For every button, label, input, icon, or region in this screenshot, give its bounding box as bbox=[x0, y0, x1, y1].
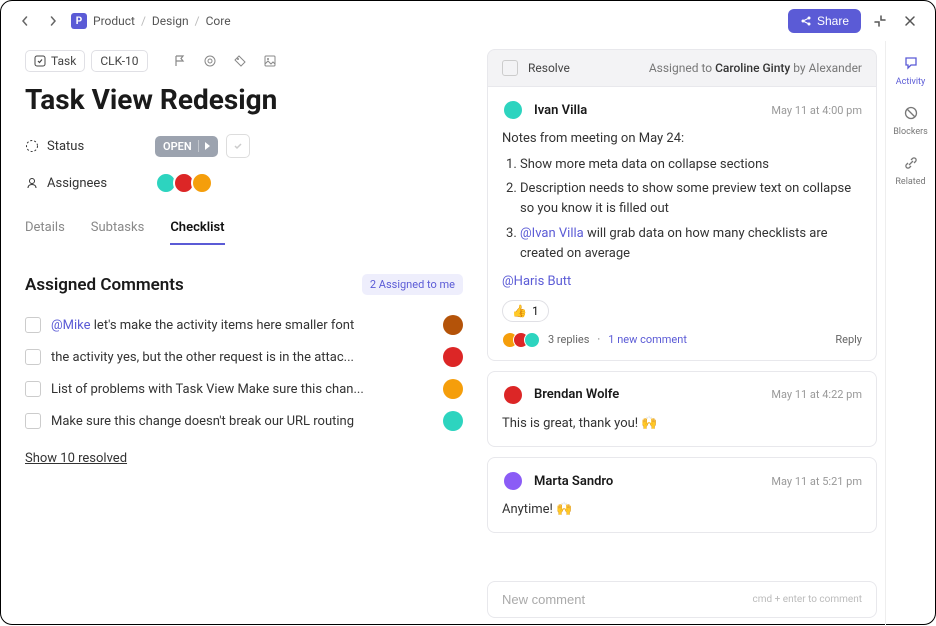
link-icon bbox=[903, 155, 919, 174]
resolve-label: Resolve bbox=[528, 61, 570, 75]
tag-icon[interactable] bbox=[228, 49, 252, 73]
tab-subtasks[interactable]: Subtasks bbox=[91, 212, 145, 245]
comment-body: Notes from meeting on May 24: Show more … bbox=[502, 129, 862, 292]
reply-body: This is great, thank you! 🙌 bbox=[502, 414, 862, 434]
comment-author-avatar bbox=[443, 347, 463, 367]
comment-author-name: Ivan Villa bbox=[534, 103, 587, 118]
comment-checkbox[interactable] bbox=[25, 381, 41, 397]
target-icon[interactable] bbox=[198, 49, 222, 73]
status-label: Status bbox=[25, 139, 155, 154]
reply-count: 3 replies bbox=[548, 333, 589, 346]
nav-forward-button[interactable] bbox=[43, 11, 63, 31]
blocked-icon bbox=[903, 105, 919, 124]
rail-tab-activity[interactable]: Activity bbox=[886, 51, 935, 91]
comment-checkbox[interactable] bbox=[25, 349, 41, 365]
comment-author-avatar bbox=[443, 411, 463, 431]
assigned-to-text: Assigned to Caroline Ginty by Alexander bbox=[649, 61, 862, 75]
reply-avatars bbox=[502, 332, 540, 348]
comment-text: the activity yes, but the other request … bbox=[51, 350, 433, 365]
comment-text: List of problems with Task View Make sur… bbox=[51, 382, 433, 397]
mention-link[interactable]: @Haris Butt bbox=[502, 274, 571, 289]
assigned-count-badge: 2 Assigned to me bbox=[362, 274, 463, 295]
reply-timestamp: May 11 at 4:22 pm bbox=[771, 388, 862, 401]
task-id-pill[interactable]: CLK-10 bbox=[91, 50, 147, 72]
chat-icon bbox=[903, 55, 919, 74]
reply-author-avatar bbox=[502, 384, 524, 406]
nav-back-button[interactable] bbox=[15, 11, 35, 31]
task-icon bbox=[34, 55, 46, 67]
tab-details[interactable]: Details bbox=[25, 212, 65, 245]
comment-text: @Mike let's make the activity items here… bbox=[51, 318, 433, 333]
composer-hint: cmd + enter to comment bbox=[753, 594, 862, 605]
comment-author-avatar bbox=[443, 315, 463, 335]
breadcrumb-item[interactable]: Core bbox=[206, 14, 231, 28]
assigned-comment-row[interactable]: Make sure this change doesn't break our … bbox=[25, 405, 463, 437]
comment-author-avatar bbox=[502, 99, 524, 121]
comment-checkbox[interactable] bbox=[25, 317, 41, 333]
share-icon bbox=[800, 15, 812, 27]
breadcrumb: P Product / Design / Core bbox=[71, 13, 231, 29]
show-resolved-link[interactable]: Show 10 resolved bbox=[25, 451, 127, 466]
avatar bbox=[191, 172, 213, 194]
comment-checkbox[interactable] bbox=[25, 413, 41, 429]
reaction-button[interactable]: 👍 1 bbox=[502, 300, 549, 322]
comment-timestamp: May 11 at 4:00 pm bbox=[771, 104, 862, 117]
resolve-checkbox[interactable] bbox=[502, 60, 518, 76]
comment-text: Make sure this change doesn't break our … bbox=[51, 414, 433, 429]
comment-input[interactable] bbox=[502, 592, 753, 607]
assigned-comment-row[interactable]: the activity yes, but the other request … bbox=[25, 341, 463, 373]
share-button[interactable]: Share bbox=[788, 9, 861, 33]
complete-checkbox[interactable] bbox=[226, 134, 250, 158]
tab-checklist[interactable]: Checklist bbox=[170, 212, 224, 245]
play-icon bbox=[205, 142, 210, 150]
comment-composer[interactable]: cmd + enter to comment bbox=[487, 581, 877, 618]
assignee-avatars[interactable] bbox=[155, 172, 213, 194]
reply-author-avatar bbox=[502, 470, 524, 492]
reply-card: Marta Sandro May 11 at 5:21 pm Anytime! 🙌 bbox=[487, 457, 877, 533]
assignees-label: Assignees bbox=[25, 176, 155, 191]
status-badge[interactable]: OPEN bbox=[155, 136, 218, 157]
close-button[interactable] bbox=[899, 10, 921, 32]
flag-icon[interactable] bbox=[168, 49, 192, 73]
reply-author-name: Marta Sandro bbox=[534, 474, 613, 489]
reply-button[interactable]: Reply bbox=[835, 333, 862, 346]
breadcrumb-item[interactable]: Product bbox=[93, 14, 135, 28]
reply-timestamp: May 11 at 5:21 pm bbox=[771, 475, 862, 488]
status-icon bbox=[25, 139, 39, 153]
rail-tab-related[interactable]: Related bbox=[886, 151, 935, 191]
minimize-button[interactable] bbox=[869, 10, 891, 32]
assigned-comment-row[interactable]: @Mike let's make the activity items here… bbox=[25, 309, 463, 341]
reply-body: Anytime! 🙌 bbox=[502, 500, 862, 520]
assigned-comment-row[interactable]: List of problems with Task View Make sur… bbox=[25, 373, 463, 405]
person-icon bbox=[25, 176, 39, 190]
reply-card: Brendan Wolfe May 11 at 4:22 pm This is gr… bbox=[487, 371, 877, 447]
image-icon[interactable] bbox=[258, 49, 282, 73]
reply-author-name: Brendan Wolfe bbox=[534, 387, 619, 402]
new-comment-indicator: 1 new comment bbox=[608, 333, 687, 346]
comment-author-avatar bbox=[443, 379, 463, 399]
task-type-pill[interactable]: Task bbox=[25, 50, 85, 72]
project-icon: P bbox=[71, 13, 87, 29]
task-title: Task View Redesign bbox=[25, 83, 463, 116]
rail-tab-blockers[interactable]: Blockers bbox=[886, 101, 935, 141]
breadcrumb-item[interactable]: Design bbox=[152, 14, 189, 28]
assigned-comments-heading: Assigned Comments bbox=[25, 275, 184, 295]
